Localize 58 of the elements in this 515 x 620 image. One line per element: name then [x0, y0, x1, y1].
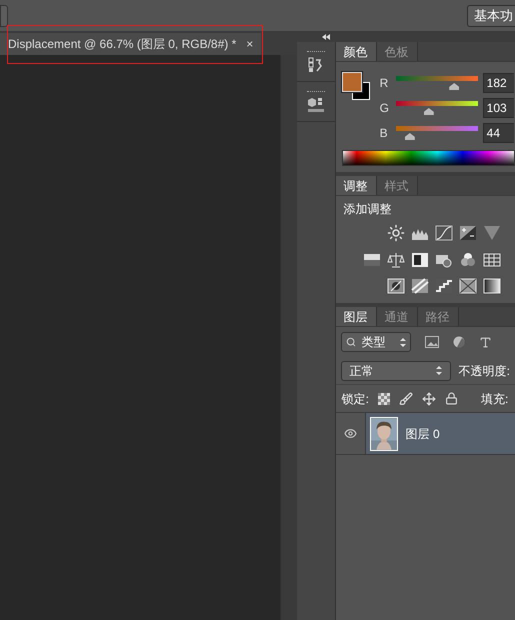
slider-thumb[interactable]: [424, 108, 434, 115]
filter-select[interactable]: 类型: [340, 332, 411, 352]
visibility-icon[interactable]: [344, 427, 357, 440]
updown-icon: [436, 366, 442, 375]
balance-scale-icon[interactable]: [387, 252, 405, 268]
lock-label: 锁定:: [342, 390, 369, 408]
search-icon: [346, 337, 356, 347]
panel-heading: 添加调整: [342, 201, 393, 218]
layer-name: 图层 0: [406, 426, 440, 442]
opacity-label: 不透明度:: [458, 362, 510, 380]
history-icon[interactable]: [308, 56, 324, 72]
channel-label: B: [380, 125, 389, 142]
half-circle-icon[interactable]: [452, 336, 465, 348]
workspace-button[interactable]: 基本功: [467, 4, 515, 26]
foreground-swatch[interactable]: [342, 72, 362, 92]
scrollbar[interactable]: [280, 55, 297, 620]
slider-thumb[interactable]: [404, 133, 415, 140]
brightness-icon[interactable]: [387, 224, 405, 242]
steps-icon[interactable]: [435, 278, 453, 294]
channel-value-field[interactable]: 44: [482, 123, 514, 143]
panel-tab[interactable]: 样式: [376, 176, 418, 195]
image-icon[interactable]: [424, 336, 439, 348]
color-spectrum[interactable]: [342, 150, 515, 166]
channel-label: G: [380, 100, 390, 117]
cube-icon[interactable]: [306, 96, 325, 112]
close-button[interactable]: ×: [246, 38, 254, 50]
panel-tab[interactable]: 路径: [418, 307, 459, 326]
layer-row[interactable]: 图层 0: [336, 413, 515, 455]
channel-value-field[interactable]: 182: [482, 73, 514, 93]
updown-icon: [400, 338, 406, 346]
blend-mode-select[interactable]: 正常: [340, 360, 451, 380]
collapse-icon[interactable]: [322, 34, 330, 40]
lock-icon[interactable]: [445, 392, 458, 405]
gradient-square-icon[interactable]: [483, 278, 501, 294]
panel-tab[interactable]: 图层: [336, 307, 377, 326]
move-icon[interactable]: [422, 392, 436, 406]
cross-square-icon[interactable]: [459, 278, 477, 294]
channel-value-field[interactable]: 103: [482, 98, 514, 118]
panel-tab[interactable]: 通道: [376, 307, 418, 326]
channel-label: R: [380, 75, 390, 92]
invert-icon[interactable]: [387, 278, 405, 294]
panel-tab[interactable]: 色板: [376, 42, 418, 61]
panel-tab[interactable]: 调整: [336, 176, 377, 195]
checker-icon[interactable]: [378, 392, 390, 404]
three-circles-icon[interactable]: [459, 252, 477, 268]
slider-thumb[interactable]: [449, 83, 460, 90]
document-title: Displacement @ 66.7% (图层 0, RGB/8#) *: [8, 36, 236, 53]
grid-icon[interactable]: [483, 252, 501, 268]
document-tab[interactable]: Displacement @ 66.7% (图层 0, RGB/8#) * ×: [0, 33, 262, 55]
brush-icon[interactable]: [399, 392, 413, 406]
panel-tab[interactable]: 颜色: [336, 42, 377, 61]
gradient-bars-icon[interactable]: [363, 252, 381, 268]
text-icon[interactable]: [478, 336, 492, 348]
half-square-icon[interactable]: [411, 252, 429, 268]
fill-label: 填充:: [481, 390, 508, 408]
curve-grid-icon[interactable]: [435, 225, 453, 241]
diagonal-stripes-icon[interactable]: [411, 278, 429, 294]
plus-minus-icon[interactable]: [459, 225, 477, 241]
